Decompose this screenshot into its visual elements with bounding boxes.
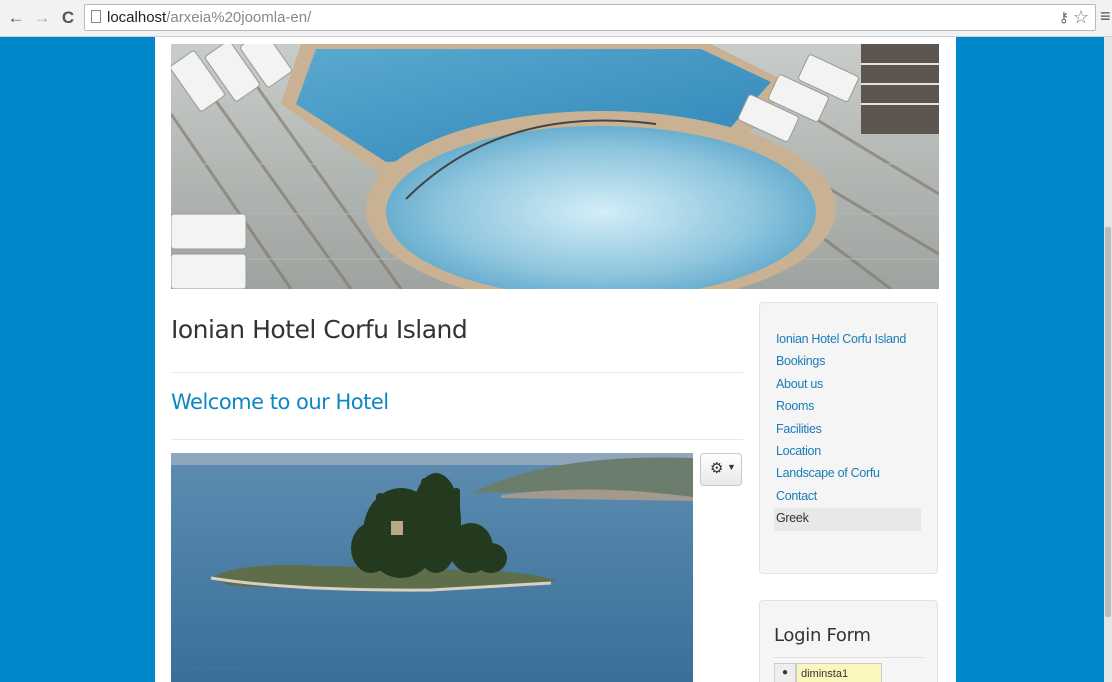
browser-toolbar: ← → C localhost/arxeia%20joomla-en/ ⚷ ☆ … [0, 0, 1112, 37]
header-banner-image [171, 44, 939, 289]
scrollbar-thumb[interactable] [1105, 227, 1111, 617]
menu-item-ionian-hotel[interactable]: Ionian Hotel Corfu Island [774, 329, 921, 351]
article-tools-dropdown-button[interactable]: ⚙ ▼ [700, 453, 742, 486]
sidebar-main-menu: Ionian Hotel Corfu Island Bookings About… [759, 302, 938, 574]
menu-list: Ionian Hotel Corfu Island Bookings About… [774, 329, 921, 531]
article-image [171, 453, 693, 682]
menu-item-location[interactable]: Location [774, 441, 921, 463]
browser-menu-icon[interactable]: ≡ [1100, 6, 1112, 27]
menu-item-rooms[interactable]: Rooms [774, 396, 921, 418]
caret-down-icon: ▼ [727, 462, 736, 472]
address-bar[interactable]: localhost/arxeia%20joomla-en/ ⚷ ☆ [84, 4, 1096, 31]
page-icon [91, 10, 101, 23]
page-scrollbar[interactable] [1104, 37, 1112, 682]
article-title-link[interactable]: Welcome to our Hotel [171, 390, 389, 414]
reload-icon[interactable]: C [58, 7, 78, 29]
login-form-title: Login Form [774, 625, 871, 646]
menu-item-greek[interactable]: Greek [774, 508, 921, 531]
menu-item-landscape[interactable]: Landscape of Corfu [774, 463, 921, 485]
divider [171, 439, 743, 440]
username-addon: ● [774, 663, 796, 682]
pool-image [171, 44, 939, 289]
divider [774, 657, 924, 658]
site-container: Ionian Hotel Corfu Island Welcome to our… [155, 37, 956, 682]
url-text[interactable]: localhost/arxeia%20joomla-en/ [107, 9, 311, 26]
island-photo [171, 453, 693, 682]
divider [171, 372, 743, 373]
forward-arrow-icon[interactable]: → [32, 7, 52, 29]
back-arrow-icon[interactable]: ← [6, 7, 26, 29]
login-form-module: Login Form ● diminsta1 [759, 600, 938, 682]
menu-item-contact[interactable]: Contact [774, 486, 921, 508]
menu-item-bookings[interactable]: Bookings [774, 351, 921, 373]
user-icon: ● [782, 667, 789, 678]
menu-item-facilities[interactable]: Facilities [774, 419, 921, 441]
username-input[interactable]: diminsta1 [796, 663, 882, 682]
bookmark-star-icon[interactable]: ☆ [1073, 7, 1089, 28]
key-icon[interactable]: ⚷ [1059, 9, 1069, 26]
page-background: Ionian Hotel Corfu Island Welcome to our… [0, 37, 1112, 682]
menu-item-about-us[interactable]: About us [774, 374, 921, 396]
site-title: Ionian Hotel Corfu Island [171, 315, 468, 344]
gear-icon: ⚙ [710, 460, 724, 477]
